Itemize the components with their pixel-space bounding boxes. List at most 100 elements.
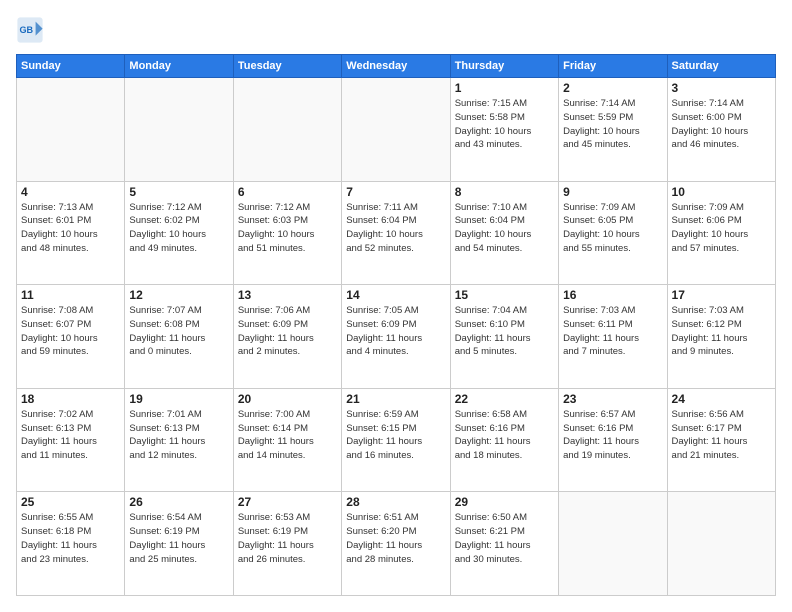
calendar-cell: 18 Sunrise: 7:02 AM Sunset: 6:13 PM Dayli…: [17, 388, 125, 492]
calendar-cell: 20 Sunrise: 7:00 AM Sunset: 6:14 PM Dayli…: [233, 388, 341, 492]
day-detail: Sunrise: 6:58 AM Sunset: 6:16 PM Dayligh…: [455, 408, 554, 463]
calendar-cell: [342, 78, 450, 182]
calendar-week-0: 1 Sunrise: 7:15 AM Sunset: 5:58 PM Daylig…: [17, 78, 776, 182]
calendar-cell: 25Sunrise: 6:55 AM Sunset: 6:18 PM Dayli…: [17, 492, 125, 596]
day-detail: Sunrise: 7:15 AM Sunset: 5:58 PM Dayligh…: [455, 97, 554, 152]
day-detail: Sunrise: 7:05 AM Sunset: 6:09 PM Dayligh…: [346, 304, 445, 359]
day-number: 26: [129, 495, 228, 509]
calendar-cell: 11Sunrise: 7:08 AM Sunset: 6:07 PM Dayli…: [17, 285, 125, 389]
weekday-header-row: SundayMondayTuesdayWednesdayThursdayFrid…: [17, 55, 776, 78]
day-number: 1: [455, 81, 554, 95]
calendar-week-3: 18 Sunrise: 7:02 AM Sunset: 6:13 PM Dayli…: [17, 388, 776, 492]
calendar-cell: 13Sunrise: 7:06 AM Sunset: 6:09 PM Dayli…: [233, 285, 341, 389]
calendar-table: SundayMondayTuesdayWednesdayThursdayFrid…: [16, 54, 776, 596]
day-detail: Sunrise: 7:03 AM Sunset: 6:12 PM Dayligh…: [672, 304, 771, 359]
calendar-cell: 22 Sunrise: 6:58 AM Sunset: 6:16 PM Dayli…: [450, 388, 558, 492]
day-number: 27: [238, 495, 337, 509]
day-detail: Sunrise: 7:10 AM Sunset: 6:04 PM Dayligh…: [455, 201, 554, 256]
day-detail: Sunrise: 7:03 AM Sunset: 6:11 PM Dayligh…: [563, 304, 662, 359]
calendar-week-4: 25Sunrise: 6:55 AM Sunset: 6:18 PM Dayli…: [17, 492, 776, 596]
weekday-thursday: Thursday: [450, 55, 558, 78]
calendar-cell: 5 Sunrise: 7:12 AM Sunset: 6:02 PM Daylig…: [125, 181, 233, 285]
day-number: 4: [21, 185, 120, 199]
day-number: 14: [346, 288, 445, 302]
day-detail: Sunrise: 7:07 AM Sunset: 6:08 PM Dayligh…: [129, 304, 228, 359]
calendar-cell: 12 Sunrise: 7:07 AM Sunset: 6:08 PM Dayli…: [125, 285, 233, 389]
day-number: 5: [129, 185, 228, 199]
logo: GB: [16, 16, 48, 44]
calendar-cell: 6 Sunrise: 7:12 AM Sunset: 6:03 PM Daylig…: [233, 181, 341, 285]
svg-text:GB: GB: [20, 25, 34, 35]
day-detail: Sunrise: 7:02 AM Sunset: 6:13 PM Dayligh…: [21, 408, 120, 463]
calendar-cell: 9Sunrise: 7:09 AM Sunset: 6:05 PM Daylig…: [559, 181, 667, 285]
day-detail: Sunrise: 7:11 AM Sunset: 6:04 PM Dayligh…: [346, 201, 445, 256]
day-detail: Sunrise: 7:08 AM Sunset: 6:07 PM Dayligh…: [21, 304, 120, 359]
day-detail: Sunrise: 7:12 AM Sunset: 6:02 PM Dayligh…: [129, 201, 228, 256]
day-number: 21: [346, 392, 445, 406]
day-number: 6: [238, 185, 337, 199]
day-number: 15: [455, 288, 554, 302]
calendar-cell: 29 Sunrise: 6:50 AM Sunset: 6:21 PM Dayli…: [450, 492, 558, 596]
day-detail: Sunrise: 6:59 AM Sunset: 6:15 PM Dayligh…: [346, 408, 445, 463]
day-number: 24: [672, 392, 771, 406]
calendar-cell: 10 Sunrise: 7:09 AM Sunset: 6:06 PM Dayli…: [667, 181, 775, 285]
day-number: 22: [455, 392, 554, 406]
weekday-sunday: Sunday: [17, 55, 125, 78]
calendar-cell: 19 Sunrise: 7:01 AM Sunset: 6:13 PM Dayli…: [125, 388, 233, 492]
day-detail: Sunrise: 7:14 AM Sunset: 6:00 PM Dayligh…: [672, 97, 771, 152]
day-detail: Sunrise: 6:53 AM Sunset: 6:19 PM Dayligh…: [238, 511, 337, 566]
calendar-cell: 14 Sunrise: 7:05 AM Sunset: 6:09 PM Dayli…: [342, 285, 450, 389]
day-detail: Sunrise: 7:00 AM Sunset: 6:14 PM Dayligh…: [238, 408, 337, 463]
weekday-saturday: Saturday: [667, 55, 775, 78]
day-number: 23: [563, 392, 662, 406]
calendar-cell: 4 Sunrise: 7:13 AM Sunset: 6:01 PM Daylig…: [17, 181, 125, 285]
calendar-cell: 24 Sunrise: 6:56 AM Sunset: 6:17 PM Dayli…: [667, 388, 775, 492]
day-detail: Sunrise: 7:12 AM Sunset: 6:03 PM Dayligh…: [238, 201, 337, 256]
calendar-week-2: 11Sunrise: 7:08 AM Sunset: 6:07 PM Dayli…: [17, 285, 776, 389]
calendar-week-1: 4 Sunrise: 7:13 AM Sunset: 6:01 PM Daylig…: [17, 181, 776, 285]
day-number: 18: [21, 392, 120, 406]
calendar-cell: [233, 78, 341, 182]
day-detail: Sunrise: 7:01 AM Sunset: 6:13 PM Dayligh…: [129, 408, 228, 463]
calendar-cell: 28 Sunrise: 6:51 AM Sunset: 6:20 PM Dayli…: [342, 492, 450, 596]
calendar-cell: 8 Sunrise: 7:10 AM Sunset: 6:04 PM Daylig…: [450, 181, 558, 285]
day-detail: Sunrise: 7:13 AM Sunset: 6:01 PM Dayligh…: [21, 201, 120, 256]
day-detail: Sunrise: 7:06 AM Sunset: 6:09 PM Dayligh…: [238, 304, 337, 359]
day-number: 20: [238, 392, 337, 406]
day-number: 28: [346, 495, 445, 509]
day-detail: Sunrise: 6:54 AM Sunset: 6:19 PM Dayligh…: [129, 511, 228, 566]
day-number: 10: [672, 185, 771, 199]
weekday-monday: Monday: [125, 55, 233, 78]
day-number: 12: [129, 288, 228, 302]
day-number: 17: [672, 288, 771, 302]
day-number: 29: [455, 495, 554, 509]
calendar-cell: 16 Sunrise: 7:03 AM Sunset: 6:11 PM Dayli…: [559, 285, 667, 389]
calendar-cell: 26 Sunrise: 6:54 AM Sunset: 6:19 PM Dayli…: [125, 492, 233, 596]
day-number: 7: [346, 185, 445, 199]
calendar-cell: [17, 78, 125, 182]
day-number: 2: [563, 81, 662, 95]
header: GB: [16, 16, 776, 44]
calendar-cell: 7 Sunrise: 7:11 AM Sunset: 6:04 PM Daylig…: [342, 181, 450, 285]
day-detail: Sunrise: 6:50 AM Sunset: 6:21 PM Dayligh…: [455, 511, 554, 566]
day-detail: Sunrise: 6:51 AM Sunset: 6:20 PM Dayligh…: [346, 511, 445, 566]
day-number: 8: [455, 185, 554, 199]
calendar-cell: 3 Sunrise: 7:14 AM Sunset: 6:00 PM Daylig…: [667, 78, 775, 182]
day-number: 19: [129, 392, 228, 406]
day-number: 9: [563, 185, 662, 199]
weekday-wednesday: Wednesday: [342, 55, 450, 78]
day-number: 3: [672, 81, 771, 95]
day-detail: Sunrise: 6:57 AM Sunset: 6:16 PM Dayligh…: [563, 408, 662, 463]
page: GB SundayMondayTuesdayWednesdayThursdayF…: [0, 0, 792, 612]
calendar-cell: 2Sunrise: 7:14 AM Sunset: 5:59 PM Daylig…: [559, 78, 667, 182]
logo-icon: GB: [16, 16, 44, 44]
calendar-cell: 23 Sunrise: 6:57 AM Sunset: 6:16 PM Dayli…: [559, 388, 667, 492]
day-detail: Sunrise: 7:09 AM Sunset: 6:06 PM Dayligh…: [672, 201, 771, 256]
calendar-cell: 17 Sunrise: 7:03 AM Sunset: 6:12 PM Dayli…: [667, 285, 775, 389]
calendar-cell: [667, 492, 775, 596]
calendar-cell: 27 Sunrise: 6:53 AM Sunset: 6:19 PM Dayli…: [233, 492, 341, 596]
day-number: 16: [563, 288, 662, 302]
day-detail: Sunrise: 6:55 AM Sunset: 6:18 PM Dayligh…: [21, 511, 120, 566]
day-detail: Sunrise: 6:56 AM Sunset: 6:17 PM Dayligh…: [672, 408, 771, 463]
weekday-tuesday: Tuesday: [233, 55, 341, 78]
